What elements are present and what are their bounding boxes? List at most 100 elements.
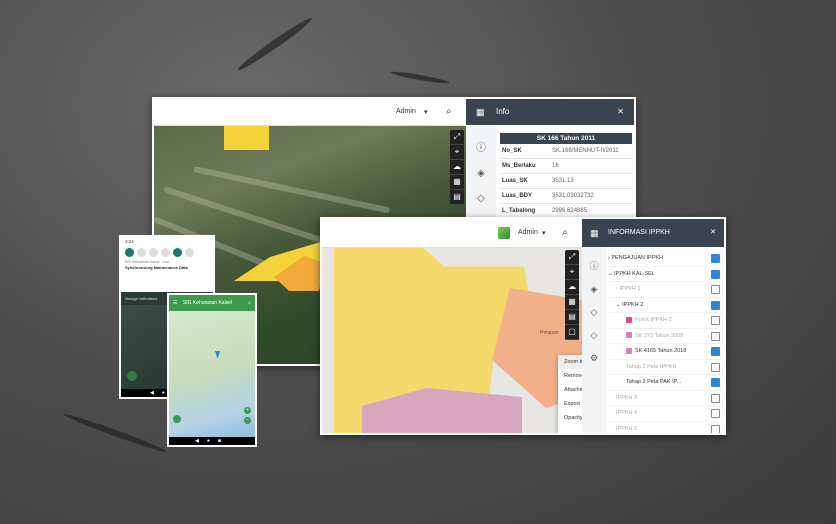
panel-sidebar: ⓘ ◈ ◇ ◇ ⚙ [582, 247, 606, 433]
desktop-screenshot-ippkh: Admin ▾ ⌕ Petapan ⤢ ⌖ ☁ ▦ ▤ ▢ Zoom to la… [320, 217, 726, 435]
panel-title: INFORMASI IPPKH [608, 229, 670, 236]
layer-tree-item[interactable]: ⌄ IPPKH KAL-SEL [608, 267, 722, 282]
android-nav-bar: ◀●■ [169, 437, 255, 445]
grid-icon: ▦ [476, 107, 485, 117]
layers-icon[interactable]: ▦ [450, 175, 464, 190]
close-icon[interactable]: ✕ [710, 219, 716, 247]
stack-icon[interactable]: ◇ [582, 330, 606, 341]
ippkh-panel: ▦ INFORMASI IPPKH ✕ ⓘ ◈ ◇ ◇ ⚙ › PENGAJUA… [582, 219, 724, 433]
layer-tree-item[interactable]: › IPPKH 1 [608, 282, 722, 298]
layer-label: Tahap 2 Peta PAK IP... [626, 379, 682, 385]
top-bar: Admin ▾ ⌕ [322, 219, 582, 248]
close-icon[interactable]: ✕ [617, 99, 624, 125]
yellow-polygon[interactable] [224, 126, 269, 150]
layer-tree-item[interactable]: IPPKH 4 [608, 406, 722, 422]
layer-tree-item[interactable]: › PENGAJUAN IPPKH [608, 251, 722, 267]
info-icon[interactable]: ⓘ [582, 259, 606, 272]
layer-label: IPPKH 5 [616, 425, 638, 432]
row-value: 3531.13 [552, 178, 574, 184]
stack-icon[interactable]: ◇ [466, 193, 496, 204]
notification-shade: 3:24 SIG Kehutanan Kalsel · now Synchron… [121, 237, 213, 292]
status-time: 3:24 [125, 239, 134, 244]
locate-icon[interactable]: ⌖ [565, 265, 579, 280]
layer-tree-item[interactable]: IPPKH 5 [608, 422, 722, 433]
wifi-toggle-icon[interactable] [125, 248, 134, 257]
row-key: L_Tabalong [502, 208, 536, 214]
layers-icon[interactable]: ▦ [565, 295, 579, 310]
vector-map[interactable]: Petapan ⤢ ⌖ ☁ ▦ ▤ ▢ [322, 248, 582, 433]
layer-tree-item[interactable]: SK 4165 Tahun 2018 [608, 344, 722, 360]
bluetooth-toggle-icon[interactable] [137, 248, 146, 257]
map-pin-icon[interactable] [215, 351, 220, 359]
layer-tree-item[interactable]: IPPKH 3 [608, 391, 722, 406]
layer-label: Tahap 2 Peta IPPKH [626, 363, 677, 370]
table-row: Luas_SK 3531.13 [500, 174, 632, 189]
gear-icon[interactable]: ⚙ [582, 353, 606, 364]
manage-notifications[interactable]: Manage notifications [125, 297, 157, 301]
layer-checkbox[interactable] [711, 409, 720, 418]
search-icon[interactable]: ⌕ [446, 106, 452, 117]
layer-tree-item[interactable]: Tahap 2 Peta PAK IP... [608, 375, 722, 391]
notification-text[interactable]: Synchronizing Maintenance Data [121, 265, 213, 270]
chevron-down-icon[interactable]: ▾ [542, 229, 546, 237]
select-icon[interactable]: ▢ [565, 325, 579, 340]
locate-fab-icon[interactable] [127, 371, 137, 381]
battery-toggle-icon[interactable] [185, 248, 194, 257]
fullscreen-icon[interactable]: ⤢ [565, 250, 579, 265]
layer-label: IPPKH 4 [616, 410, 638, 416]
layer-checkbox[interactable] [711, 285, 720, 294]
info-icon[interactable]: ⓘ [466, 139, 496, 154]
background-crack [390, 69, 450, 86]
menu-icon[interactable]: ☰ [169, 300, 177, 306]
print-icon[interactable]: ▤ [450, 190, 464, 205]
layers-icon[interactable]: ◈ [582, 284, 606, 295]
layer-tree: › PENGAJUAN IPPKH ⌄ IPPKH KAL-SEL › IPPKH … [608, 251, 722, 433]
stack-icon[interactable]: ◇ [582, 307, 606, 318]
app-logo-icon [498, 227, 510, 239]
layer-tree-item[interactable]: Tahap 2 Peta IPPKH [608, 360, 722, 375]
layer-checkbox[interactable] [711, 362, 720, 372]
admin-label[interactable]: Admin [518, 229, 538, 236]
layer-checkbox[interactable] [711, 316, 720, 325]
row-key: No_SK [502, 148, 522, 154]
location-toggle-icon[interactable] [173, 248, 182, 257]
zoom-in-icon[interactable]: + [244, 407, 251, 414]
chevron-down-icon[interactable]: ▾ [424, 108, 428, 116]
layer-tree-item[interactable]: SK 373 Tahun 2008 [608, 329, 722, 344]
legend-swatch [626, 347, 632, 354]
layer-checkbox[interactable] [711, 393, 720, 403]
dnd-toggle-icon[interactable] [149, 248, 158, 257]
legend-swatch [626, 316, 632, 323]
row-value: 2996.624885 [552, 208, 588, 214]
layer-checkbox[interactable] [711, 254, 720, 263]
layer-checkbox[interactable] [711, 347, 720, 356]
locate-fab-icon[interactable] [173, 415, 181, 423]
phone-map[interactable]: + − [169, 311, 255, 437]
search-icon[interactable]: ⌕ [248, 295, 251, 311]
map-label: Petapan [540, 330, 559, 336]
layer-checkbox[interactable] [711, 424, 720, 433]
quick-settings [121, 246, 213, 259]
fullscreen-icon[interactable]: ⤢ [450, 130, 464, 145]
layer-checkbox[interactable] [711, 331, 720, 341]
row-value: 3531.03032732 [552, 193, 594, 199]
search-icon[interactable]: ⌕ [562, 227, 568, 238]
row-value: SK.166/MENHUT-II/2011 [552, 148, 619, 154]
layer-label: IPPKH KAL-SEL [614, 270, 655, 277]
layer-checkbox[interactable] [711, 269, 720, 279]
flashlight-toggle-icon[interactable] [161, 248, 170, 257]
zoom-out-icon[interactable]: − [244, 417, 251, 424]
layer-label: SK 373 Tahun 2008 [635, 332, 684, 339]
print-icon[interactable]: ▤ [565, 310, 579, 325]
cloud-icon[interactable]: ☁ [565, 280, 579, 295]
admin-label[interactable]: Admin [396, 108, 416, 115]
layers-icon[interactable]: ◈ [466, 168, 496, 179]
background-crack [62, 411, 168, 455]
locate-icon[interactable]: ⌖ [450, 145, 464, 160]
row-value: 16 [552, 163, 559, 169]
layer-tree-item[interactable]: Potok IPPKH 2 [608, 313, 722, 329]
layer-checkbox[interactable] [711, 300, 720, 310]
layer-checkbox[interactable] [711, 378, 720, 387]
layer-tree-item[interactable]: ⌄ IPPKH 2 [608, 298, 722, 313]
cloud-icon[interactable]: ☁ [450, 160, 464, 175]
